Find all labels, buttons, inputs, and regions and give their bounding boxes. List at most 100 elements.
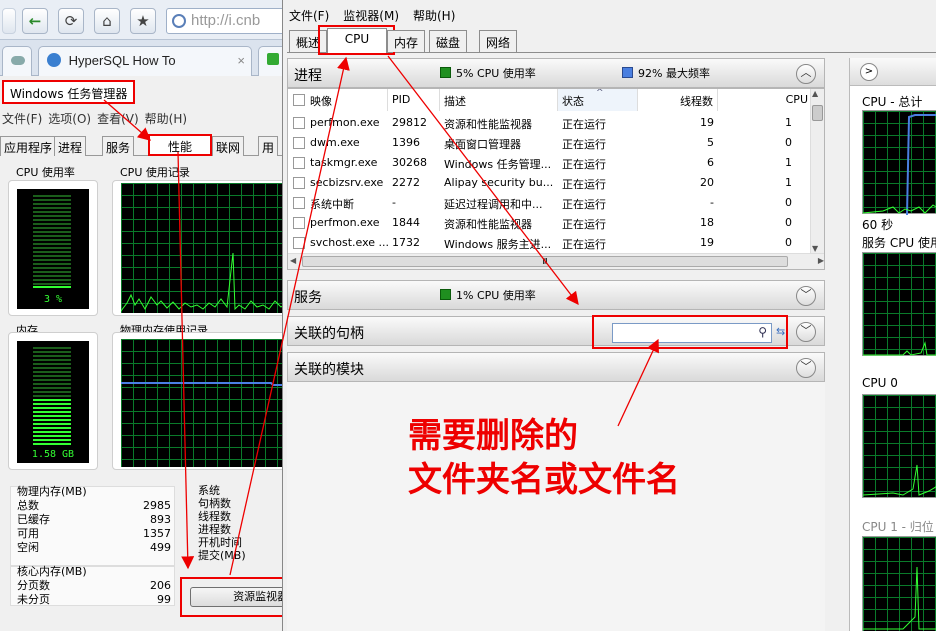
process-row[interactable]: secbizsrv.exe 2272 Alipay security bu... 正在…: [288, 173, 812, 193]
process-row[interactable]: svchost.exe ... 1732 Windows 服务主进... 正在运行 19…: [288, 233, 812, 253]
scroll-left-icon[interactable]: ◀: [290, 256, 296, 265]
column-label: 映像: [310, 95, 332, 108]
row-checkbox[interactable]: [293, 237, 305, 249]
services-section-header[interactable]: 服务 1% CPU 使用率 ﹀: [287, 280, 825, 310]
menu-monitor[interactable]: 监视器(M): [343, 9, 399, 23]
horizontal-scrollbar[interactable]: ◀ Ⅲ ▶: [288, 253, 824, 269]
browser-tab-strip: HyperSQL How To ×: [0, 40, 290, 76]
cpu1-label: CPU 1 - 归位: [862, 520, 934, 534]
kernel-memory-group: 核心内存(MB) 分页数 206 未分页 99: [10, 565, 175, 606]
handles-search-input[interactable]: ⚲: [612, 323, 772, 343]
page-icon: [47, 53, 61, 67]
menu-help[interactable]: 帮助(H): [413, 9, 455, 23]
refresh-button[interactable]: ⟳: [58, 8, 84, 34]
process-row[interactable]: 系统中断 - 延迟过程调用和中... 正在运行 - 0: [288, 193, 812, 213]
menu-file[interactable]: 文件(F): [2, 112, 42, 126]
row-checkbox[interactable]: [293, 137, 305, 149]
cpu-graphs-pane: > CPU - 总计 60 秒 服务 CPU 使用 CPU 0 CPU 1 - …: [849, 58, 936, 631]
cell-pid: 2272: [392, 176, 420, 189]
column-status[interactable]: 状态 ^: [558, 89, 638, 111]
cpu-usage-gauge: 3 %: [17, 189, 89, 309]
scroll-up-icon[interactable]: ▲: [812, 89, 818, 98]
tab-network[interactable]: 网络: [479, 30, 518, 52]
menu-view[interactable]: 查看(V): [97, 112, 139, 126]
column-pid[interactable]: PID: [388, 89, 440, 111]
expand-chevron-icon[interactable]: ﹀: [796, 286, 816, 306]
column-label: 状态: [562, 95, 584, 108]
menu-options[interactable]: 选项(O): [48, 112, 91, 126]
refresh-search-icon[interactable]: ⇆: [776, 325, 785, 338]
handles-section-header[interactable]: 关联的句柄 ⚲ ⇆ ﹀: [287, 315, 825, 349]
cloud-tab[interactable]: [2, 46, 32, 76]
tab-close-icon[interactable]: ×: [237, 53, 245, 68]
column-threads[interactable]: 线程数: [638, 89, 718, 111]
menu-file[interactable]: 文件(F): [289, 9, 329, 23]
select-all-checkbox[interactable]: [293, 94, 305, 106]
scroll-right-icon[interactable]: ▶: [818, 256, 824, 265]
row-checkbox[interactable]: [293, 157, 305, 169]
vertical-scrollbar[interactable]: ▲ ▼: [810, 89, 824, 253]
value: 99: [157, 593, 171, 606]
process-row[interactable]: taskmgr.exe 30268 Windows 任务管理... 正在运行 6 1: [288, 153, 812, 173]
pane-expand-icon[interactable]: >: [860, 63, 878, 81]
cell-pid: 30268: [392, 156, 427, 169]
tab-memory[interactable]: 内存: [387, 30, 426, 52]
cell-threads: 20: [700, 176, 714, 189]
row-checkbox[interactable]: [293, 117, 305, 129]
browser-tab-hypersql[interactable]: HyperSQL How To ×: [38, 46, 252, 76]
modules-section-header[interactable]: 关联的模块 ﹀: [287, 352, 825, 382]
row-checkbox[interactable]: [293, 197, 305, 209]
cpu-history-label: CPU 使用记录: [120, 166, 190, 179]
menu-help[interactable]: 帮助(H): [145, 112, 187, 126]
label: 总数: [17, 499, 39, 512]
cell-pid: 29812: [392, 116, 427, 129]
label: 未分页: [17, 593, 50, 606]
process-row[interactable]: perfmon.exe 29812 资源和性能监视器 正在运行 19 1: [288, 113, 812, 133]
cell-cpu: 0: [785, 136, 792, 149]
cell-cpu: 0: [785, 216, 792, 229]
memory-gauge: 1.58 GB: [17, 341, 89, 463]
service-cpu-graph: [862, 252, 936, 356]
cell-pid: 1844: [392, 216, 420, 229]
tab-services[interactable]: 服务: [102, 136, 135, 156]
scroll-down-icon[interactable]: ▼: [812, 244, 818, 253]
process-table: 映像 PID 描述 状态 ^ 线程数 CPU perfmon.exe 29812 资源…: [287, 88, 825, 270]
expand-chevron-icon[interactable]: ﹀: [796, 358, 816, 378]
cell-pid: -: [392, 196, 396, 209]
expand-chevron-icon[interactable]: ﹀: [796, 322, 816, 342]
cell-status: 正在运行: [562, 238, 606, 251]
row-checkbox[interactable]: [293, 217, 305, 229]
tab-processes[interactable]: 进程: [54, 136, 87, 156]
home-button[interactable]: ⌂: [94, 8, 120, 34]
address-bar[interactable]: http://i.cnb: [166, 8, 290, 34]
scroll-thumb[interactable]: [812, 105, 823, 121]
cpu-usage-meter-text: 5% CPU 使用率: [456, 67, 536, 80]
collapse-chevron-icon[interactable]: ︿: [796, 64, 816, 84]
cell-pid: 1396: [392, 136, 420, 149]
processes-title: 进程: [294, 68, 322, 84]
cell-threads: 5: [707, 136, 714, 149]
tab-networking[interactable]: 联网: [212, 136, 245, 156]
tab-users[interactable]: 用: [258, 136, 279, 156]
processes-section-header[interactable]: 进程 5% CPU 使用率 92% 最大频率 ︿: [287, 58, 825, 88]
process-row[interactable]: perfmon.exe 1844 资源和性能监视器 正在运行 18 0: [288, 213, 812, 233]
process-row[interactable]: dwm.exe 1396 桌面窗口管理器 正在运行 5 0: [288, 133, 812, 153]
hscroll-thumb[interactable]: Ⅲ: [302, 256, 788, 267]
url-text: http://i.cnb: [191, 12, 261, 29]
favorite-star-button[interactable]: ★: [130, 8, 156, 34]
column-image[interactable]: 映像: [288, 89, 388, 111]
kernel-nonpaged-row: 未分页 99: [17, 593, 171, 606]
cell-status: 正在运行: [562, 218, 606, 231]
services-cpu-meter-icon: [440, 289, 451, 300]
column-cpu[interactable]: CPU: [718, 89, 812, 111]
search-icon[interactable]: ⚲: [758, 325, 767, 339]
row-checkbox[interactable]: [293, 177, 305, 189]
tab-applications[interactable]: 应用程序: [0, 136, 57, 156]
cell-status: 正在运行: [562, 178, 606, 191]
tab-disk[interactable]: 磁盘: [429, 30, 468, 52]
cell-cpu: 0: [785, 236, 792, 249]
tab-performance[interactable]: 性能: [148, 134, 212, 156]
back-button[interactable]: ←: [22, 8, 48, 34]
column-description[interactable]: 描述: [440, 89, 558, 111]
cell-status: 正在运行: [562, 138, 606, 151]
